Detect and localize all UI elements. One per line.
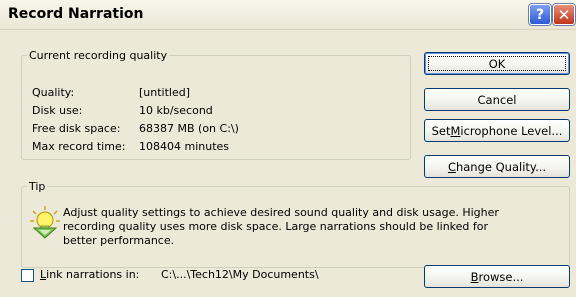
window-title: Record Narration xyxy=(8,6,144,22)
change-quality-button[interactable]: Change Quality... xyxy=(424,155,570,178)
free-disk-space-label: Free disk space: xyxy=(32,122,121,135)
record-narration-dialog: Record Narration ? ✕ Current recording q… xyxy=(0,0,576,297)
focus-rectangle xyxy=(428,56,566,71)
lightbulb-tip-icon xyxy=(30,206,60,239)
cancel-button[interactable]: Cancel xyxy=(424,88,570,111)
tip-text: Adjust quality settings to achieve desir… xyxy=(63,206,499,247)
disk-use-row: Disk use: 10 kb/second xyxy=(32,104,213,117)
quality-value: [untitled] xyxy=(139,86,191,99)
browse-label-suffix: rowse... xyxy=(478,269,524,284)
set-microphone-level-button[interactable]: Set Microphone Level... xyxy=(424,119,570,142)
cancel-button-label: Cancel xyxy=(477,92,517,107)
browse-accelerator-key: B xyxy=(470,269,479,284)
help-icon: ? xyxy=(535,6,545,23)
ok-button[interactable]: OK xyxy=(424,52,570,75)
help-button[interactable]: ? xyxy=(529,4,551,25)
close-icon: ✕ xyxy=(557,5,571,24)
mic-label-suffix: icrophone Level... xyxy=(460,123,563,138)
max-record-time-row: Max record time: 108404 minutes xyxy=(32,140,229,153)
max-record-time-value: 108404 minutes xyxy=(139,140,230,153)
quality-row: Quality: [untitled] xyxy=(32,86,190,99)
mic-label-prefix: Set xyxy=(431,123,451,138)
tip-legend: Tip xyxy=(29,180,46,193)
link-narrations-checkbox[interactable] xyxy=(21,269,34,282)
free-disk-space-row: Free disk space: 68387 MB (on C:\) xyxy=(32,122,239,135)
disk-use-value: 10 kb/second xyxy=(139,104,213,117)
link-label-suffix: ink narrations in: xyxy=(46,268,140,281)
link-narrations-path: C:\...\Tech12\My Documents\ xyxy=(161,268,319,281)
title-bar[interactable]: Record Narration ? ✕ xyxy=(0,0,576,30)
close-button[interactable]: ✕ xyxy=(553,4,575,25)
quality-accelerator-key: C xyxy=(447,159,456,174)
recording-quality-legend: Current recording quality xyxy=(29,49,168,62)
disk-use-label: Disk use: xyxy=(32,104,83,117)
recording-quality-group: Current recording quality Quality: [untit… xyxy=(21,49,411,160)
quality-label-suffix: hange Quality... xyxy=(455,159,547,174)
mic-accelerator-key: M xyxy=(450,123,461,138)
quality-label: Quality: xyxy=(32,86,75,99)
browse-button[interactable]: Browse... xyxy=(424,265,570,288)
max-record-time-label: Max record time: xyxy=(32,140,126,153)
free-disk-space-value: 68387 MB (on C:\) xyxy=(139,122,239,135)
link-narrations-label[interactable]: Link narrations in: xyxy=(40,268,139,281)
